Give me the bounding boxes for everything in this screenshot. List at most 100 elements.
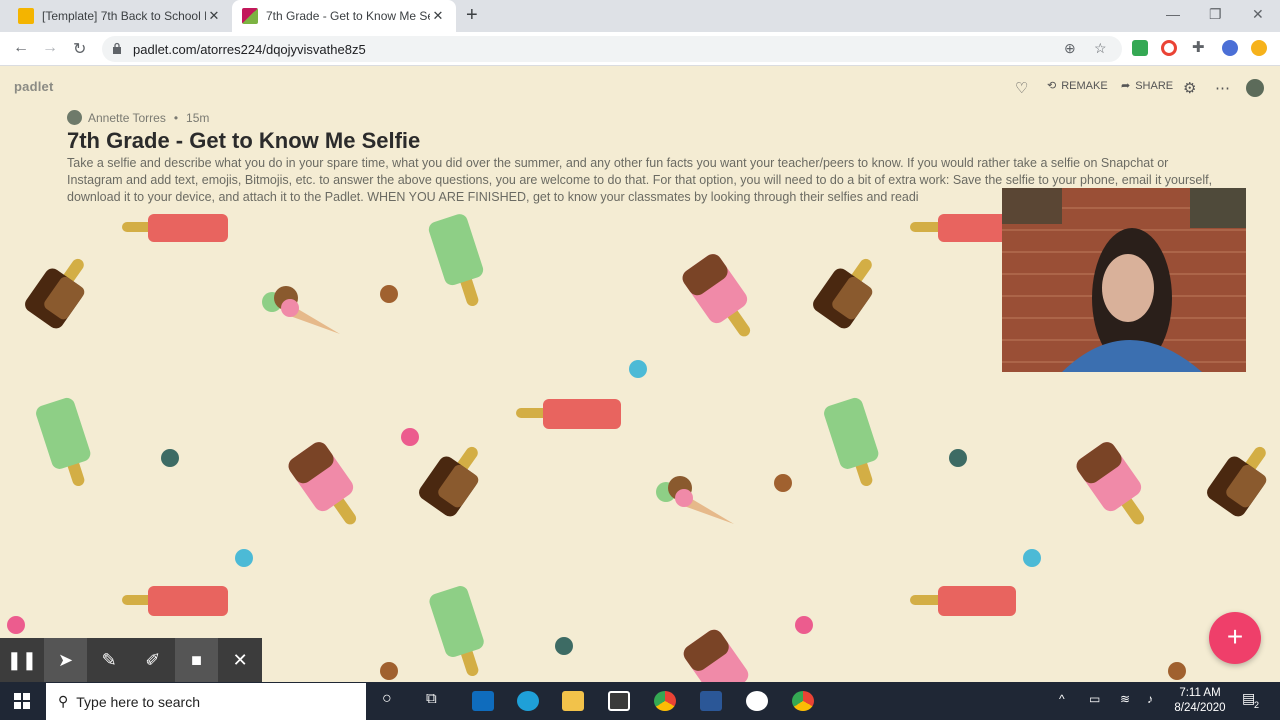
tab-title: 7th Grade - Get to Know Me Selfi [266, 9, 430, 23]
chrome-icon[interactable] [654, 691, 676, 711]
new-tab-icon[interactable]: + [466, 4, 478, 27]
remake-icon: ⟲ [1047, 80, 1057, 92]
chocolate-popsicle [25, 258, 85, 329]
reload-icon[interactable]: ↻ [73, 39, 86, 59]
author-avatar [67, 110, 82, 125]
padlet-logo[interactable]: padlet [14, 79, 53, 94]
popsicle-green [36, 397, 91, 487]
camera-icon[interactable]: ■ [174, 638, 219, 682]
edge-icon[interactable] [517, 691, 539, 711]
padlet-board: padlet ♡ ⟲ REMAKE ➦ SHARE ⚙ ⋯ Annette To… [0, 66, 1280, 682]
tab-padlet-selfie[interactable]: 7th Grade - Get to Know Me Selfi ✕ [232, 0, 456, 32]
forward-icon[interactable]: → [42, 39, 58, 57]
sprinkle [235, 549, 253, 567]
pause-icon[interactable]: ❚❚ [0, 638, 44, 682]
search-placeholder: Type here to search [76, 693, 201, 710]
annotation-toolbar: ❚❚ ➤ ✎ ✐ ■ ✕ [0, 638, 262, 682]
address-bar[interactable]: padlet.com/atorres224/dqojyvisvathe8z5 ⊕… [102, 36, 1122, 62]
google-icon[interactable] [746, 691, 768, 711]
ice-cream-bar [682, 254, 751, 337]
maximize-icon[interactable]: ❐ [1209, 6, 1222, 23]
puzzle-icon[interactable]: ✚ [1192, 38, 1208, 56]
word-icon[interactable] [700, 691, 722, 711]
sprinkle [1168, 662, 1186, 680]
popsicle-red [122, 586, 228, 616]
add-post-button[interactable]: + [1209, 612, 1261, 664]
mail-icon[interactable] [472, 691, 494, 711]
post-author: Annette Torres • 15m [67, 110, 209, 125]
extension-icon[interactable] [1132, 40, 1148, 56]
more-button[interactable]: ⋯ [1215, 79, 1230, 97]
volume-icon[interactable]: ♪ [1147, 692, 1153, 706]
lock-icon [113, 42, 121, 54]
page-title: 7th Grade - Get to Know Me Selfie [67, 128, 421, 153]
ice-cream-bar [288, 442, 357, 525]
sprinkle [774, 474, 792, 492]
share-button[interactable]: ➦ SHARE [1121, 79, 1174, 93]
taskbar-search-box[interactable]: ⚲ Type here to search [46, 683, 366, 720]
sprinkle [380, 285, 398, 303]
record-extension-icon[interactable] [1161, 40, 1177, 56]
add-icon[interactable]: ⊕ [1064, 40, 1076, 57]
share-icon: ➦ [1121, 80, 1131, 92]
cortana-icon[interactable]: ○ [382, 690, 392, 708]
tab-title: [Template] 7th Back to School Le [42, 9, 206, 23]
ice-cream-bar [683, 629, 749, 682]
music-extension-icon[interactable] [1222, 40, 1238, 56]
pen-icon[interactable]: ✎ [87, 638, 131, 682]
heart-icon: ♡ [1015, 80, 1029, 97]
close-icon[interactable]: ✕ [218, 638, 262, 682]
clock-time: 7:11 AM [1179, 687, 1221, 699]
like-button[interactable]: ♡ [1015, 79, 1028, 97]
gear-icon: ⚙ [1183, 80, 1197, 97]
search-icon: ⚲ [58, 693, 69, 709]
highlighter-icon[interactable]: ✐ [131, 638, 175, 682]
minimize-icon[interactable]: — [1166, 6, 1180, 22]
settings-button[interactable]: ⚙ [1183, 79, 1196, 97]
author-name: Annette Torres [88, 110, 166, 125]
star-icon[interactable]: ☆ [1094, 40, 1107, 57]
ice-cream-cone [262, 286, 340, 334]
popsicle-red [516, 399, 621, 429]
sprinkle [7, 616, 25, 634]
close-icon[interactable]: ✕ [206, 8, 222, 24]
popsicle-red [122, 214, 228, 242]
windows-start-icon[interactable] [14, 693, 30, 709]
tab-template-back-to-school[interactable]: [Template] 7th Back to School Le ✕ [8, 0, 232, 32]
chrome-icon[interactable] [792, 691, 814, 711]
sprinkle [1023, 549, 1041, 567]
sprinkle [401, 428, 419, 446]
profile-icon[interactable] [1251, 40, 1267, 56]
system-clock[interactable]: 7:11 AM 8/24/2020 [1170, 686, 1230, 716]
notification-count: 2 [1254, 700, 1260, 710]
pointer-icon[interactable]: ➤ [43, 638, 88, 682]
close-icon[interactable]: ✕ [430, 8, 446, 24]
battery-icon[interactable]: ▭ [1089, 692, 1100, 706]
chocolate-popsicle [813, 258, 873, 329]
popsicle-red [910, 586, 1016, 616]
store-icon[interactable] [608, 691, 630, 711]
chevron-up-icon[interactable]: ^ [1059, 692, 1065, 706]
sprinkle [161, 449, 179, 467]
ice-cream-cone [656, 476, 734, 524]
chocolate-popsicle [419, 446, 479, 517]
file-explorer-icon[interactable] [562, 691, 584, 711]
popsicle-green [429, 586, 484, 677]
windows-taskbar: ⚲ Type here to search ○ ⧉ ^ ▭ ≋ ♪ 7:11 A… [0, 682, 1280, 720]
popsicle-green [824, 397, 879, 487]
window-close-icon[interactable]: ✕ [1252, 6, 1264, 23]
webcam-feed-image [1002, 188, 1246, 372]
ice-cream-bar [1076, 442, 1145, 525]
user-avatar[interactable] [1246, 79, 1264, 97]
google-slides-icon [18, 8, 34, 24]
share-label: SHARE [1135, 79, 1174, 92]
back-icon[interactable]: ← [13, 39, 29, 57]
remake-label: REMAKE [1061, 79, 1108, 92]
wifi-icon[interactable]: ≋ [1120, 692, 1130, 706]
padlet-icon [242, 8, 258, 24]
browser-tab-strip: [Template] 7th Back to School Le ✕ 7th G… [0, 0, 1280, 32]
task-view-icon[interactable]: ⧉ [426, 690, 437, 707]
time-ago: 15m [186, 110, 210, 125]
remake-button[interactable]: ⟲ REMAKE [1047, 79, 1108, 93]
sprinkle [555, 637, 573, 655]
